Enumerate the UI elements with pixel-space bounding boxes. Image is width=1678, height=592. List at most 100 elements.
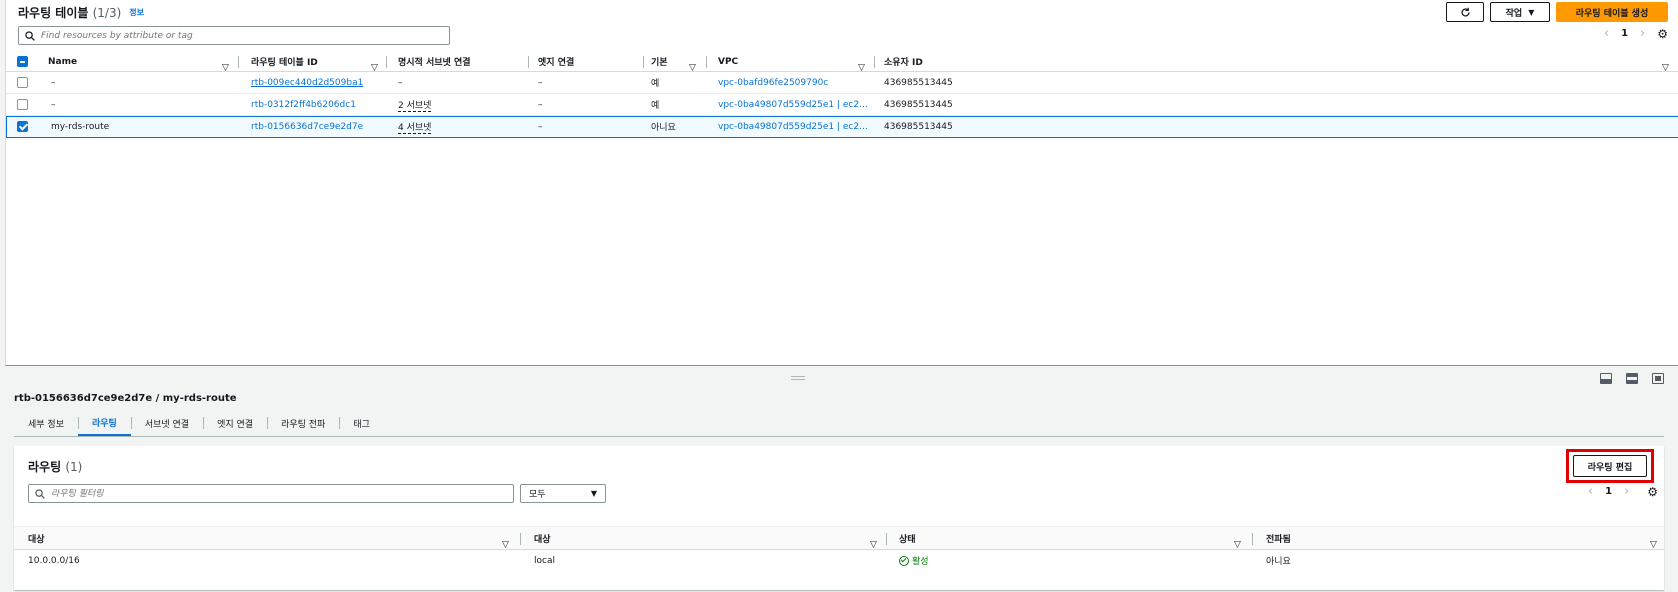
column-divider (386, 56, 387, 68)
row-edge: – (538, 99, 543, 110)
table-row-selected[interactable]: my-rds-route rtb-0156636d7ce9e2d7e 4 서브넷… (6, 116, 1678, 138)
route-tables-header: 라우팅 테이블 (1/3) 정보 (18, 3, 144, 21)
side-split-icon[interactable] (1626, 373, 1638, 384)
column-divider (1252, 533, 1253, 545)
create-route-table-button[interactable]: 라우팅 테이블 생성 (1556, 2, 1668, 22)
table-row[interactable]: – rtb-009ec440d2d509ba1 – – 예 vpc-0bafd9… (6, 72, 1678, 94)
search-input[interactable] (41, 30, 441, 41)
tab-routes[interactable]: 라우팅 (77, 410, 131, 436)
vpc-link[interactable]: vpc-0ba49807d559d25e1 | ec2... (718, 94, 868, 115)
row-name: – (51, 99, 56, 110)
column-header-subnet[interactable]: 명시적 서브넷 연결 (398, 51, 471, 72)
tab-route-propagation[interactable]: 라우팅 전파 (267, 410, 339, 436)
prev-page-icon[interactable]: ‹ (1604, 26, 1609, 41)
routes-scope-select[interactable]: 모두 ▼ (520, 484, 606, 503)
table-row[interactable]: – rtb-0312f2ff4b6206dc1 2 서브넷 – 예 vpc-0b… (6, 94, 1678, 116)
next-page-icon[interactable]: › (1640, 26, 1645, 41)
column-divider (528, 56, 529, 68)
row-checkbox[interactable] (17, 121, 28, 132)
gear-icon[interactable]: ⚙ (1657, 27, 1668, 41)
page-title: 라우팅 테이블 (1/3) (18, 4, 121, 21)
row-checkbox[interactable] (17, 99, 28, 110)
route-target: local (534, 555, 555, 566)
info-link[interactable]: 정보 (129, 7, 144, 18)
gear-icon[interactable]: ⚙ (1647, 485, 1658, 499)
column-label: Name (48, 56, 78, 67)
column-header-destination[interactable]: 대상 (28, 527, 45, 550)
row-main: 예 (651, 101, 660, 111)
column-label: 대상 (534, 535, 551, 545)
search-icon (35, 488, 45, 499)
column-header-main[interactable]: 기본 (651, 51, 668, 72)
prev-page-icon[interactable]: ‹ (1588, 484, 1593, 499)
routes-title-text: 라우팅 (28, 460, 62, 474)
column-header-status[interactable]: 상태 (899, 527, 916, 550)
column-header-owner[interactable]: 소유자 ID (884, 51, 923, 72)
edit-routes-highlight: 라우팅 편집 (1566, 449, 1654, 483)
route-destination: 10.0.0.0/16 (28, 555, 80, 566)
split-panel-layout-controls (1600, 373, 1664, 384)
tab-details[interactable]: 세부 정보 (14, 410, 78, 436)
row-main: 아니요 (651, 123, 676, 133)
tab-edge-associations[interactable]: 엣지 연결 (203, 410, 267, 436)
column-divider (238, 56, 239, 68)
column-header-edge[interactable]: 엣지 연결 (538, 51, 574, 72)
rtb-id-link[interactable]: rtb-0312f2ff4b6206dc1 (251, 94, 356, 115)
column-header-target[interactable]: 대상 (534, 527, 551, 550)
column-header-propagated[interactable]: 전파됨 (1266, 527, 1291, 550)
row-owner: 436985513445 (884, 121, 953, 132)
column-label: 엣지 연결 (538, 58, 575, 68)
column-label: 기본 (651, 58, 668, 68)
row-subnet[interactable]: 2 서브넷 (398, 98, 432, 112)
column-label: 라우팅 테이블 ID (251, 58, 318, 68)
current-page[interactable]: 1 (1621, 28, 1628, 39)
tab-tags[interactable]: 태그 (339, 410, 384, 436)
row-edge: – (538, 77, 543, 88)
column-divider (520, 533, 521, 545)
vpc-link[interactable]: vpc-0ba49807d559d25e1 | ec2... (718, 116, 868, 137)
table-row: 10.0.0.0/16 local 활성 아니요 (14, 550, 1664, 572)
selection-count: (1/3) (92, 5, 122, 20)
row-checkbox[interactable] (17, 77, 28, 88)
routes-count: (1) (65, 460, 83, 474)
resource-search[interactable] (18, 26, 450, 45)
tabs-divider (14, 436, 1664, 437)
edit-routes-button[interactable]: 라우팅 편집 (1573, 455, 1647, 477)
route-tables-table-header: Name ▽ 라우팅 테이블 ID ▽ 명시적 서브넷 연결 엣지 연결 기본 … (6, 51, 1678, 73)
column-header-name[interactable]: Name (48, 51, 77, 72)
column-divider (706, 56, 707, 68)
refresh-button[interactable] (1446, 2, 1484, 22)
routes-table-header: 대상 ▽ 대상 ▽ 상태 ▽ 전파됨 ▽ (14, 526, 1664, 550)
column-label: 대상 (28, 535, 45, 545)
routes-filter[interactable] (28, 484, 514, 503)
next-page-icon[interactable]: › (1624, 484, 1629, 499)
column-divider (886, 533, 887, 545)
row-subnet: – (398, 77, 403, 88)
detail-tabs: 세부 정보 라우팅 서브넷 연결 엣지 연결 라우팅 전파 태그 (14, 410, 384, 436)
route-status-text: 활성 (912, 557, 929, 567)
column-header-rtb-id[interactable]: 라우팅 테이블 ID (251, 51, 318, 72)
column-label: 명시적 서브넷 연결 (398, 58, 471, 68)
select-value: 모두 (529, 490, 546, 500)
row-owner: 436985513445 (884, 99, 953, 110)
tab-subnet-associations[interactable]: 서브넷 연결 (130, 410, 203, 436)
check-circle-icon (899, 555, 909, 566)
routes-title: 라우팅 (1) (28, 458, 82, 475)
refresh-icon (1461, 7, 1470, 17)
column-header-vpc[interactable]: VPC (718, 51, 738, 72)
row-subnet[interactable]: 4 서브넷 (398, 120, 432, 134)
full-panel-icon[interactable] (1652, 373, 1664, 384)
split-panel-drag-handle[interactable] (791, 376, 805, 380)
routes-filter-input[interactable] (51, 488, 501, 499)
rtb-id-link[interactable]: rtb-0156636d7ce9e2d7e (251, 116, 363, 137)
bottom-split-icon[interactable] (1600, 373, 1612, 384)
rtb-id-link[interactable]: rtb-009ec440d2d509ba1 (251, 72, 363, 93)
vpc-link[interactable]: vpc-0bafd96fe2509790c (718, 72, 828, 93)
caret-down-icon: ▼ (1528, 7, 1535, 17)
column-label: VPC (718, 56, 739, 67)
select-all-checkbox[interactable] (17, 56, 28, 67)
route-propagated: 아니요 (1266, 557, 1291, 567)
route-status: 활성 (899, 550, 929, 571)
current-page[interactable]: 1 (1605, 486, 1612, 497)
actions-dropdown-button[interactable]: 작업 ▼ (1490, 2, 1550, 22)
